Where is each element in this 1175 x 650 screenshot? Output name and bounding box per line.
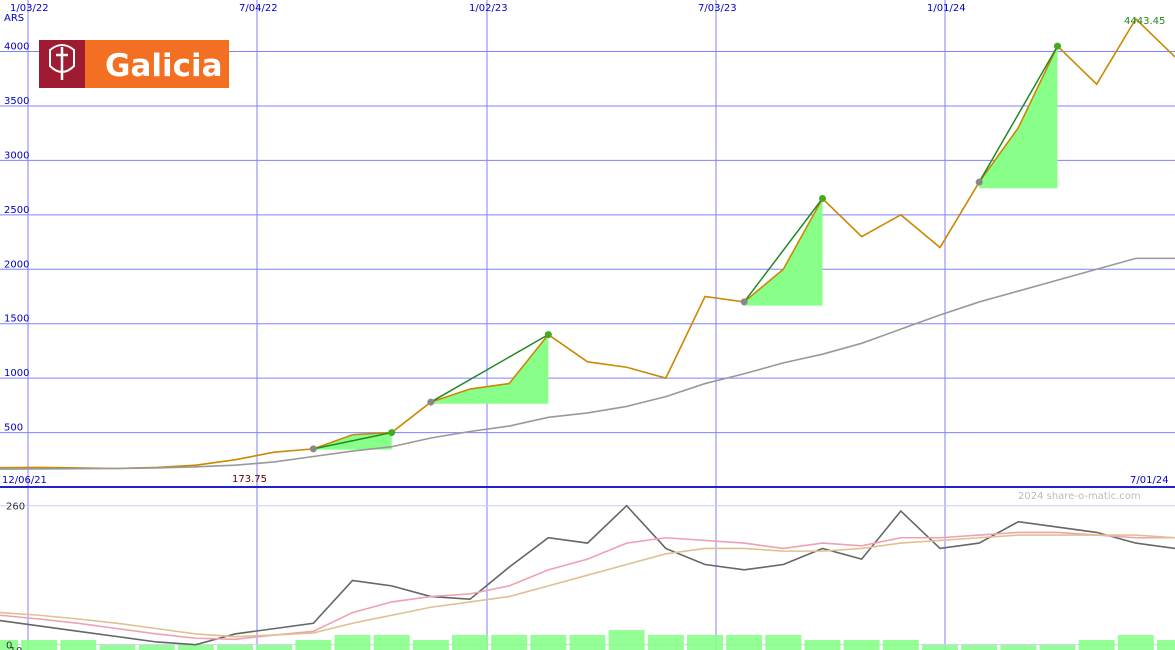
volume-bar bbox=[138, 645, 175, 650]
indicator-series-line bbox=[0, 534, 1175, 638]
volume-bar bbox=[295, 640, 332, 650]
trend-end-marker bbox=[819, 195, 826, 203]
volume-bar bbox=[843, 640, 880, 650]
indicator-y-tick-label: 260 bbox=[6, 502, 25, 513]
trend-start-marker bbox=[427, 398, 435, 406]
volume-bar bbox=[373, 635, 410, 650]
trend-start-marker bbox=[309, 445, 317, 453]
indicator-series-line bbox=[0, 531, 1175, 641]
end-date-label: 7/01/24 bbox=[1130, 475, 1169, 486]
price-y-tick-label: 2000 bbox=[4, 259, 29, 270]
price-unit-label: ARS bbox=[4, 13, 24, 24]
trend-start-marker bbox=[740, 298, 748, 306]
volume-bar bbox=[647, 635, 684, 650]
price-y-tick-label: 4000 bbox=[4, 42, 29, 53]
volume-bar bbox=[177, 645, 214, 650]
volume-bar bbox=[726, 635, 763, 650]
volume-bar bbox=[334, 635, 371, 650]
volume-bar bbox=[99, 645, 136, 650]
volume-bar bbox=[21, 640, 58, 650]
price-y-tick-label: 500 bbox=[4, 423, 23, 434]
trend-end-marker bbox=[544, 331, 552, 339]
volume-bar bbox=[491, 635, 528, 650]
grid-lines bbox=[0, 0, 1175, 650]
trend-start-marker bbox=[975, 178, 983, 186]
volume-bar bbox=[256, 645, 293, 650]
volume-bar bbox=[1157, 640, 1175, 650]
galicia-logo: Galicia bbox=[39, 40, 229, 88]
volume-bar bbox=[217, 645, 253, 650]
trend-end-marker bbox=[1054, 42, 1061, 50]
volume-bar bbox=[452, 635, 488, 650]
chart-labels: 50010001500200025003000350040001/03/22 7/… bbox=[2, 3, 1169, 650]
stock-chart: 50010001500200025003000350040001/03/22 7/… bbox=[0, 0, 1175, 650]
indicator-y-tick-label: -10 bbox=[6, 646, 22, 650]
x-tick-label: 7/03/23 bbox=[698, 3, 737, 14]
volume-bar bbox=[530, 635, 567, 650]
volume-bar bbox=[412, 640, 449, 650]
min-price-label: 173.75 bbox=[232, 474, 267, 485]
last-price-label: 4443.45 bbox=[1124, 16, 1165, 27]
volume-bar bbox=[1000, 645, 1037, 650]
trend-end-marker bbox=[388, 429, 396, 437]
volume-bar bbox=[804, 640, 841, 650]
volume-bar bbox=[569, 635, 606, 650]
price-y-tick-label: 1000 bbox=[4, 368, 29, 379]
volume-bar bbox=[961, 645, 998, 650]
x-tick-label: 1/02/23 bbox=[469, 3, 508, 14]
volume-bar bbox=[608, 630, 645, 650]
price-y-tick-label: 2500 bbox=[4, 205, 29, 216]
x-tick-label: 7/04/22 bbox=[239, 3, 278, 14]
volume-bar bbox=[882, 640, 919, 650]
trend-fills bbox=[313, 46, 1058, 450]
volume-bars bbox=[0, 630, 1175, 650]
volume-bar bbox=[1039, 645, 1076, 650]
volume-bar bbox=[1117, 635, 1154, 650]
volume-bar bbox=[687, 635, 723, 650]
price-series-line bbox=[0, 257, 1175, 470]
volume-bar bbox=[765, 635, 802, 650]
volume-bar bbox=[60, 640, 97, 650]
watermark: 2024 share-o-matic.com bbox=[1018, 491, 1141, 502]
series-lines bbox=[0, 17, 1175, 646]
logo-text: Galicia bbox=[105, 48, 223, 84]
x-tick-label: 1/01/24 bbox=[927, 3, 966, 14]
price-y-tick-label: 1500 bbox=[4, 314, 29, 325]
volume-bar bbox=[922, 645, 958, 650]
start-date-label: 12/06/21 bbox=[2, 475, 47, 486]
volume-bar bbox=[1078, 640, 1115, 650]
price-y-tick-label: 3000 bbox=[4, 150, 29, 161]
price-y-tick-label: 3500 bbox=[4, 96, 29, 107]
